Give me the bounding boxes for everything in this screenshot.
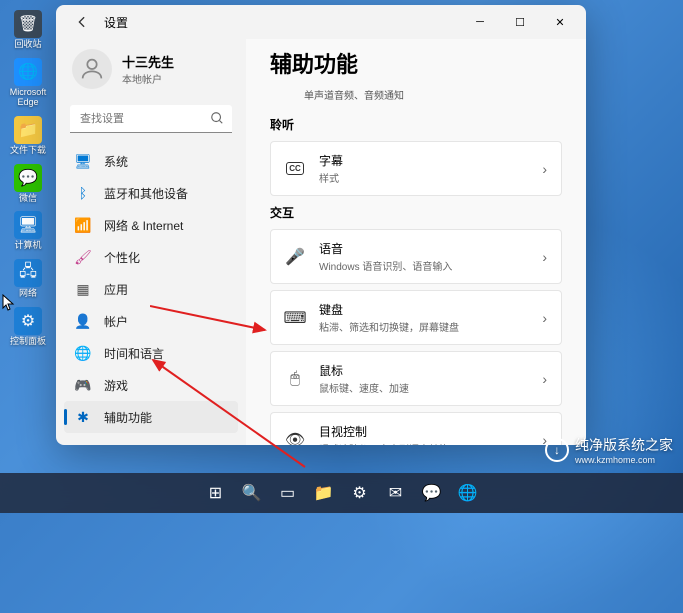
nav-label: 网络 & Internet xyxy=(104,217,183,234)
nav-icon: ▦ xyxy=(74,280,92,298)
nav-item-8[interactable]: ✱ 辅助功能 xyxy=(64,401,238,433)
nav-item-2[interactable]: 📶 网络 & Internet xyxy=(64,209,238,241)
nav-label: 帐户 xyxy=(104,313,128,330)
nav-icon: 📶 xyxy=(74,216,92,234)
back-button[interactable] xyxy=(70,10,94,34)
chevron-right-icon: › xyxy=(542,161,547,177)
watermark-logo: ↓ xyxy=(545,438,569,462)
settings-card[interactable]: 👁目视控制眼球追踪仪、文本到语音转换› xyxy=(270,412,562,445)
nav-item-7[interactable]: 🎮 游戏 xyxy=(64,369,238,401)
titlebar: 设置 ─ ☐ ✕ xyxy=(56,5,586,39)
user-name: 十三先生 xyxy=(122,52,174,71)
taskbar-icon-6[interactable]: 💬 xyxy=(416,477,448,509)
section-label: 交互 xyxy=(270,204,562,221)
card-title: 键盘 xyxy=(319,301,528,318)
desktop-icon[interactable]: 📁文件下载 xyxy=(8,116,48,156)
nav-label: 系统 xyxy=(104,153,128,170)
taskbar-icon-2[interactable]: ▭ xyxy=(272,477,304,509)
nav-icon: 🖥 xyxy=(74,152,92,170)
minimize-button[interactable]: ─ xyxy=(460,5,500,39)
card-title: 鼠标 xyxy=(319,362,528,379)
avatar xyxy=(72,49,112,89)
nav-item-4[interactable]: ▦ 应用 xyxy=(64,273,238,305)
nav-icon: 🌐 xyxy=(74,344,92,362)
nav-icon: ✱ xyxy=(74,408,92,426)
settings-card[interactable]: 🎤 语音Windows 语音识别、语音输入 › xyxy=(270,229,562,284)
nav-item-9[interactable]: 🛡隐私和安全性 xyxy=(64,433,238,437)
search-input[interactable] xyxy=(70,105,232,133)
nav-label: 应用 xyxy=(104,281,128,298)
nav-label: 蓝牙和其他设备 xyxy=(104,185,188,202)
card-title: 语音 xyxy=(319,240,528,257)
page-title: 辅助功能 xyxy=(270,47,562,79)
chevron-right-icon: › xyxy=(542,310,547,326)
desktop-icon[interactable]: 🗑回收站 xyxy=(8,10,48,50)
taskbar-icon-5[interactable]: ✉ xyxy=(380,477,412,509)
chevron-right-icon: › xyxy=(542,371,547,387)
desktop-icon[interactable]: 🖧网络 xyxy=(8,259,48,299)
nav-icon: ᛒ xyxy=(74,184,92,202)
settings-window: 设置 ─ ☐ ✕ 十三先生 本地帐户 xyxy=(56,5,586,445)
card-sub: Windows 语音识别、语音输入 xyxy=(319,258,528,273)
content-pane: 辅助功能 单声道音频、音频通知 聆听 CC 字幕样式 › 交互 🎤 语音Windows 语音… xyxy=(246,39,586,445)
taskbar-icon-0[interactable]: ⊞ xyxy=(200,477,232,509)
section-label: 聆听 xyxy=(270,116,562,133)
user-type: 本地帐户 xyxy=(122,71,174,86)
nav-item-5[interactable]: 👤 帐户 xyxy=(64,305,238,337)
nav-item-1[interactable]: ᛒ 蓝牙和其他设备 xyxy=(64,177,238,209)
chevron-right-icon: › xyxy=(542,249,547,265)
desktop-icon[interactable]: 💬微信 xyxy=(8,164,48,204)
card-icon: 🎤 xyxy=(285,247,305,267)
watermark: ↓ 纯净版系统之家 www.kzmhome.com xyxy=(545,435,673,465)
search-box xyxy=(70,105,232,133)
nav-item-6[interactable]: 🌐 时间和语言 xyxy=(64,337,238,369)
card-sub: 粘滞、筛选和切换键，屏幕键盘 xyxy=(319,319,528,334)
desktop-icon[interactable]: 🌐Microsoft Edge xyxy=(8,58,48,108)
search-icon xyxy=(210,111,224,130)
card-sub: 鼠标键、速度、加速 xyxy=(319,380,528,395)
card-sub: 样式 xyxy=(319,170,528,185)
close-button[interactable]: ✕ xyxy=(540,5,580,39)
nav-label: 个性化 xyxy=(104,249,140,266)
card-icon: CC xyxy=(285,159,305,179)
settings-card[interactable]: 🖱 鼠标鼠标键、速度、加速 › xyxy=(270,351,562,406)
settings-card[interactable]: ⌨ 键盘粘滞、筛选和切换键，屏幕键盘 › xyxy=(270,290,562,345)
taskbar-icon-3[interactable]: 📁 xyxy=(308,477,340,509)
nav-icon: 🖌 xyxy=(74,248,92,266)
narrator-sub: 单声道音频、音频通知 xyxy=(270,87,562,102)
nav-label: 时间和语言 xyxy=(104,345,164,362)
sidebar: 十三先生 本地帐户 🖥 系统 ᛒ 蓝牙和其他设备 📶 网络 & Internet 🖌 个性化 ▦… xyxy=(56,39,246,445)
desktop-icon[interactable]: ⚙控制面板 xyxy=(8,307,48,347)
card-title: 字幕 xyxy=(319,152,528,169)
nav-list: 🖥 系统 ᛒ 蓝牙和其他设备 📶 网络 & Internet 🖌 个性化 ▦ 应用 👤 帐户 🌐 时间和语… xyxy=(56,143,246,437)
taskbar-icon-1[interactable]: 🔍 xyxy=(236,477,268,509)
desktop-icon[interactable]: 🖥计算机 xyxy=(8,211,48,251)
card-icon: 👁 xyxy=(285,430,305,446)
maximize-button[interactable]: ☐ xyxy=(500,5,540,39)
nav-item-0[interactable]: 🖥 系统 xyxy=(64,145,238,177)
nav-icon: 🎮 xyxy=(74,376,92,394)
taskbar-icon-4[interactable]: ⚙ xyxy=(344,477,376,509)
card-icon: ⌨ xyxy=(285,308,305,328)
card-icon: 🖱 xyxy=(285,369,305,389)
card-sub: 眼球追踪仪、文本到语音转换 xyxy=(319,441,528,445)
taskbar: ⊞🔍▭📁⚙✉💬🌐 xyxy=(0,473,683,513)
nav-item-3[interactable]: 🖌 个性化 xyxy=(64,241,238,273)
nav-icon: 👤 xyxy=(74,312,92,330)
window-title: 设置 xyxy=(104,14,128,31)
settings-card[interactable]: CC 字幕样式 › xyxy=(270,141,562,196)
card-title: 目视控制 xyxy=(319,423,528,440)
taskbar-icon-7[interactable]: 🌐 xyxy=(452,477,484,509)
user-block[interactable]: 十三先生 本地帐户 xyxy=(56,43,246,101)
nav-label: 辅助功能 xyxy=(104,409,152,426)
nav-label: 游戏 xyxy=(104,377,128,394)
